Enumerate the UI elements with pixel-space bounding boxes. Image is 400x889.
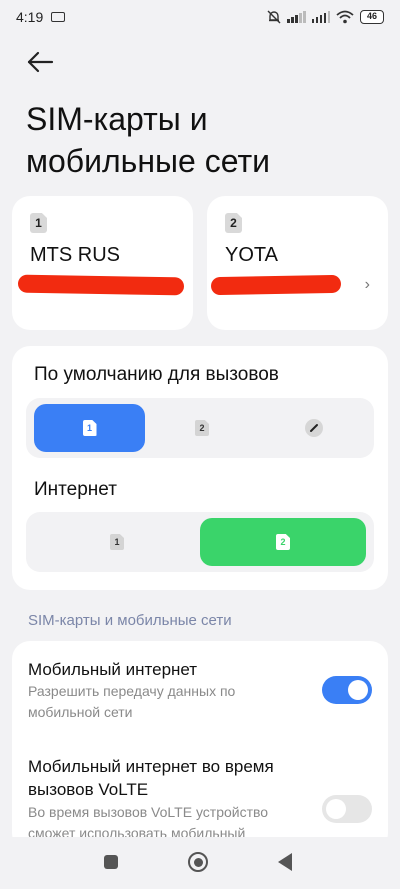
battery-icon: 46 <box>360 10 384 24</box>
pencil-icon <box>305 419 323 437</box>
page-title: SIM-карты и мобильные сети <box>26 101 270 179</box>
sim-icon: 1 <box>110 534 124 550</box>
sim-number-badge: 2 <box>225 213 242 233</box>
mute-bell-icon <box>267 10 281 24</box>
recents-square-icon[interactable] <box>104 855 118 869</box>
internet-option-sim1[interactable]: 1 <box>34 518 200 566</box>
volte-data-toggle[interactable] <box>322 795 372 823</box>
sim-icon: 2 <box>276 534 290 550</box>
mobile-settings-card: Мобильный интернет Разрешить передачу да… <box>12 641 388 851</box>
calls-default-label: По умолчанию для вызовов <box>34 364 279 385</box>
setting-title: Мобильный интернет <box>28 660 198 679</box>
chevron-right-icon: › <box>364 276 370 293</box>
home-circle-icon[interactable] <box>188 852 208 872</box>
sim-icon: 1 <box>82 420 97 436</box>
back-triangle-icon[interactable] <box>278 853 292 871</box>
sim-icon: 2 <box>195 420 209 436</box>
signal-icon <box>311 11 330 23</box>
calls-option-ask[interactable] <box>260 404 368 452</box>
signal-icon <box>287 11 306 23</box>
arrow-left-icon[interactable] <box>24 48 56 76</box>
internet-default-label: Интернет <box>34 479 117 500</box>
wifi-icon <box>336 10 354 24</box>
status-time: 4:19 <box>16 9 44 25</box>
status-bar: 4:19 46 <box>0 0 400 34</box>
system-nav-bar <box>0 837 400 889</box>
calls-option-sim1[interactable]: 1 <box>34 404 145 452</box>
sim-operator-name: MTS RUS <box>30 244 120 266</box>
default-sim-card: По умолчанию для вызовов 1 2 Интернет 1 … <box>12 346 388 590</box>
calls-option-sim2[interactable]: 2 <box>148 404 256 452</box>
setting-title: Мобильный интернет во время вызовов VoLT… <box>28 757 274 799</box>
nfc-icon <box>51 12 66 22</box>
internet-sim-selector: 1 2 <box>26 512 374 572</box>
setting-description: Разрешить передачу данных по мобильной с… <box>28 683 236 720</box>
mobile-data-toggle[interactable] <box>322 676 372 704</box>
redaction-mark <box>210 274 342 296</box>
sim-card-2[interactable]: 2 YOTA › <box>207 196 388 330</box>
sim-card-1[interactable]: 1 MTS RUS <box>12 196 193 330</box>
status-icons: 46 <box>267 10 384 24</box>
sim-number-badge: 1 <box>30 213 47 233</box>
section-header: SIM-карты и мобильные сети <box>28 612 232 629</box>
sim-operator-name: YOTA <box>225 244 278 266</box>
calls-sim-selector: 1 2 <box>26 398 374 458</box>
internet-option-sim2[interactable]: 2 <box>200 518 366 566</box>
redaction-mark <box>17 274 185 296</box>
